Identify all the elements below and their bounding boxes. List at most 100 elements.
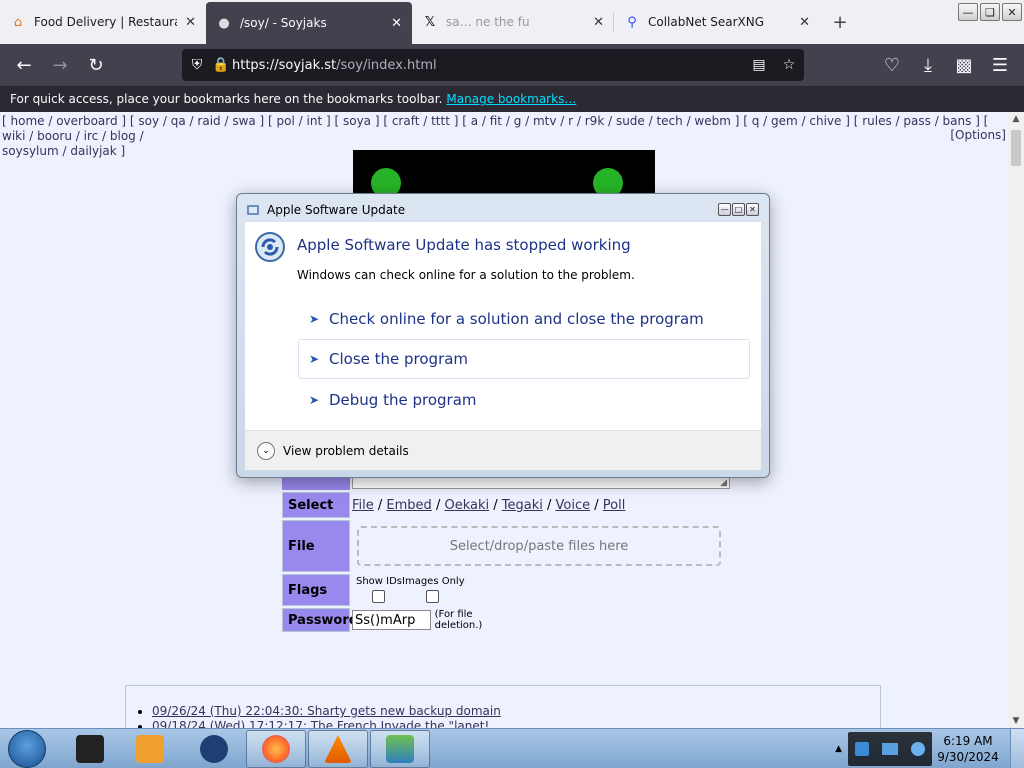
new-tab-button[interactable]: + <box>820 0 860 44</box>
resize-handle-icon[interactable]: ◢ <box>720 478 727 488</box>
taskbar-vlc[interactable] <box>308 730 368 768</box>
software-update-icon <box>255 232 285 262</box>
hamburger-icon: ☰ <box>991 54 1009 76</box>
dialog-minimize-button[interactable]: — <box>718 203 731 216</box>
clock[interactable]: 6:19 AM 9/30/2024 <box>932 733 1004 765</box>
extensions-button[interactable]: ▩ <box>946 49 982 81</box>
check-online-option[interactable]: ➤ Check online for a solution and close … <box>298 299 750 339</box>
lock-icon[interactable]: 🔒 <box>212 57 230 73</box>
download-icon: ⤓ <box>924 54 932 76</box>
url-text[interactable]: https://soyjak.st/soy/index.html <box>232 58 437 73</box>
board-list-line1[interactable]: [ home / overboard ] [ soy / qa / raid /… <box>2 114 1006 144</box>
shield-icon[interactable]: ⛨ <box>182 57 212 73</box>
globe-icon <box>200 735 228 763</box>
pocket-icon: ♡ <box>883 54 901 76</box>
select-poll-link[interactable]: Poll <box>603 498 626 513</box>
reload-button[interactable]: ↻ <box>78 49 114 81</box>
news-link[interactable]: 09/18/24 (Wed) 17:12:17: The French Inva… <box>152 719 489 728</box>
menu-button[interactable]: ☰ <box>982 49 1018 81</box>
dialog-maximize-button[interactable]: □ <box>732 203 745 216</box>
file-dropzone[interactable]: Select/drop/paste files here <box>357 526 721 566</box>
start-button[interactable] <box>8 729 46 768</box>
select-tegaki-link[interactable]: Tegaki <box>502 498 543 513</box>
scroll-down-icon[interactable]: ▼ <box>1008 714 1024 728</box>
tab-x[interactable]: 𝕏 sa… ne the fu ✕ <box>412 0 614 44</box>
option-label: Check online for a solution and close th… <box>329 310 704 328</box>
password-input[interactable]: Ss()mArp <box>352 610 431 630</box>
board-links[interactable]: [ home / overboard ] [ soy / qa / raid /… <box>2 114 988 143</box>
show-desktop-button[interactable] <box>1010 729 1024 768</box>
select-embed-link[interactable]: Embed <box>386 498 431 513</box>
select-row: Select File / Embed / Oekaki / Tegaki / … <box>282 492 625 518</box>
reader-view-icon[interactable]: ▤ <box>744 57 774 73</box>
back-button[interactable]: ← <box>6 49 42 81</box>
password-label: Password <box>282 608 358 632</box>
network-icon[interactable] <box>881 743 898 755</box>
taskbar-firefox[interactable] <box>246 730 306 768</box>
manage-bookmarks-link[interactable]: Manage bookmarks… <box>446 92 576 106</box>
taskbar-app-1[interactable] <box>60 730 120 768</box>
tab-title: sa… ne the fu <box>446 15 530 29</box>
scrollbar-thumb[interactable] <box>1011 130 1021 166</box>
show-ids-label: Show IDs <box>356 576 403 587</box>
taskbar-software-update[interactable] <box>370 730 430 768</box>
soyjak-face-right <box>593 168 623 194</box>
select-voice-link[interactable]: Voice <box>556 498 591 513</box>
x-logo-icon: 𝕏 <box>424 14 436 30</box>
dialog-close-button[interactable]: ✕ <box>746 203 759 216</box>
close-window-button[interactable]: ✕ <box>1002 3 1022 21</box>
bookmark-star-icon[interactable]: ☆ <box>774 57 804 73</box>
bookmarks-message: For quick access, place your bookmarks h… <box>10 92 443 106</box>
close-tab-icon[interactable]: ✕ <box>177 15 196 30</box>
scroll-up-icon[interactable]: ▲ <box>1008 112 1024 126</box>
page-scrollbar[interactable]: ▲ ▼ <box>1008 112 1024 728</box>
taskbar-app-2[interactable] <box>120 730 180 768</box>
password-cell: Ss()mArp (For file deletion.) <box>352 608 504 632</box>
tab-food-delivery[interactable]: ⌂ Food Delivery | Restaurant T ✕ <box>0 0 206 44</box>
option-label: Close the program <box>329 350 469 368</box>
dialog-titlebar: Apple Software Update <box>245 202 405 218</box>
close-tab-icon[interactable]: ✕ <box>383 16 402 31</box>
arrow-right-icon: ➤ <box>309 312 320 326</box>
minimize-button[interactable]: — <box>958 3 978 21</box>
tray-expand-icon[interactable]: ▲ <box>835 744 842 754</box>
tray-app-icon[interactable] <box>854 742 869 756</box>
close-tab-icon[interactable]: ✕ <box>585 15 604 30</box>
back-arrow-icon: ← <box>16 54 32 76</box>
chevron-down-icon[interactable]: ⌄ <box>257 441 275 460</box>
toolbar-right: ♡ ⤓ ▩ ☰ <box>874 49 1018 81</box>
select-oekaki-link[interactable]: Oekaki <box>444 498 489 513</box>
restore-button[interactable]: ❏ <box>980 3 1000 21</box>
flags-cell: Show IDs Images Only <box>352 574 482 606</box>
pocket-button[interactable]: ♡ <box>874 49 910 81</box>
images-only-checkbox[interactable] <box>426 590 439 603</box>
firefox-icon <box>262 735 290 763</box>
downloads-button[interactable]: ⤓ <box>910 49 946 81</box>
tab-searxng[interactable]: ⚲ CollabNet SearXNG ✕ <box>614 0 820 44</box>
arrow-right-icon: ➤ <box>309 393 320 407</box>
option-label: Debug the program <box>329 391 477 409</box>
news-link[interactable]: 09/26/24 (Thu) 22:04:30: Sharty gets new… <box>152 704 501 718</box>
debug-program-option[interactable]: ➤ Debug the program <box>298 380 750 420</box>
board-links-2[interactable]: soysylum / dailyjak ] <box>2 144 125 158</box>
close-tab-icon[interactable]: ✕ <box>791 15 810 30</box>
show-ids-checkbox[interactable] <box>372 590 385 603</box>
select-file-link[interactable]: File <box>352 498 374 513</box>
options-link[interactable]: [Options] <box>950 128 1006 143</box>
news-item: 09/26/24 (Thu) 22:04:30: Sharty gets new… <box>152 704 880 719</box>
taskbar-app-3[interactable] <box>184 730 244 768</box>
url-bar[interactable]: ⛨ 🔒 https://soyjak.st/soy/index.html ▤ ☆ <box>182 49 804 81</box>
close-program-option[interactable]: ➤ Close the program <box>298 339 750 379</box>
url-path: /soy/index.html <box>336 57 437 73</box>
board-banner <box>353 150 655 194</box>
flags-row: Flags Show IDs Images Only <box>282 574 482 606</box>
dialog-body: Apple Software Update has stopped workin… <box>245 222 761 430</box>
volume-icon[interactable] <box>911 742 926 756</box>
view-details-link[interactable]: View problem details <box>283 444 409 458</box>
news-item: 09/18/24 (Wed) 17:12:17: The French Inva… <box>152 719 880 728</box>
file-cell: Select/drop/paste files here <box>352 520 721 572</box>
password-row: Password Ss()mArp (For file deletion.) <box>282 608 504 632</box>
search-icon: ⚲ <box>627 14 637 30</box>
forward-button[interactable]: → <box>42 49 78 81</box>
tab-soyjaks[interactable]: ● /soy/ - Soyjaks ✕ <box>206 2 412 44</box>
